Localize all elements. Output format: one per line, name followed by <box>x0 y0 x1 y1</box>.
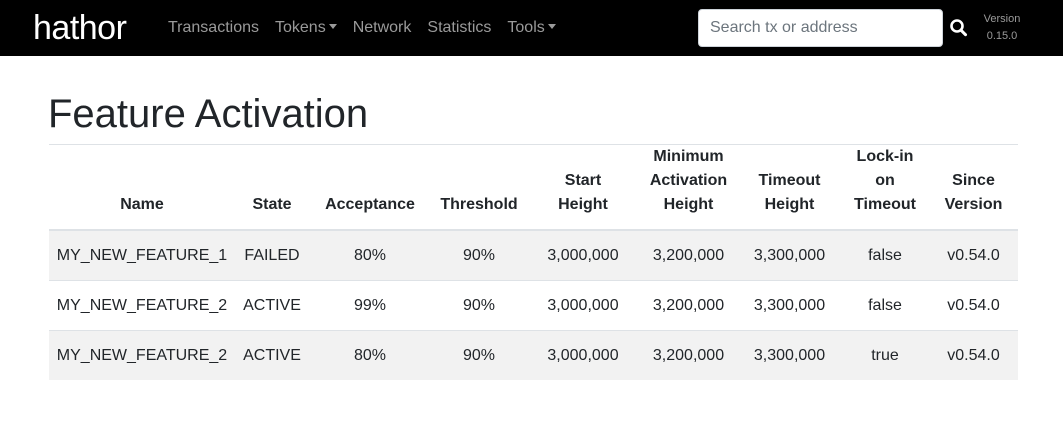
cell-min-activation-height: 3,200,000 <box>639 230 738 281</box>
cell-name: MY_NEW_FEATURE_1 <box>49 230 235 281</box>
header-min-activation-height[interactable]: Minimum Activation Height <box>639 145 738 231</box>
header-row: Name State Acceptance Threshold Start Hei… <box>49 145 1018 231</box>
cell-threshold: 90% <box>431 280 527 331</box>
cell-acceptance: 80% <box>309 230 431 281</box>
nav-tools-dropdown[interactable]: Tools <box>507 19 556 37</box>
header-acceptance[interactable]: Acceptance <box>309 145 431 231</box>
caret-down-icon <box>328 24 337 29</box>
cell-timeout-height: 3,300,000 <box>738 330 841 380</box>
table-row: MY_NEW_FEATURE_2 ACTIVE 99% 90% 3,000,00… <box>49 280 1018 331</box>
nav-statistics[interactable]: Statistics <box>427 19 491 37</box>
header-threshold[interactable]: Threshold <box>431 145 527 231</box>
navbar: hathor Transactions Tokens Network Stati… <box>0 0 1063 56</box>
search-button[interactable] <box>949 17 969 39</box>
header-name[interactable]: Name <box>49 145 235 231</box>
cell-timeout-height: 3,300,000 <box>738 230 841 281</box>
nav-network[interactable]: Network <box>353 19 412 37</box>
header-timeout-height-line: Timeout <box>758 172 821 189</box>
header-timeout-height[interactable]: Timeout Height <box>738 145 841 231</box>
search-icon <box>950 19 967 37</box>
cell-threshold: 90% <box>431 330 527 380</box>
header-min-activation-line: Height <box>663 196 714 213</box>
cell-since-version: v0.54.0 <box>929 330 1018 380</box>
header-state[interactable]: State <box>235 145 309 231</box>
header-start-height[interactable]: Start Height <box>527 145 639 231</box>
cell-acceptance: 80% <box>309 330 431 380</box>
cell-state: ACTIVE <box>235 330 309 380</box>
table-row: MY_NEW_FEATURE_2 ACTIVE 80% 90% 3,000,00… <box>49 330 1018 380</box>
feature-activation-table: Name State Acceptance Threshold Start Hei… <box>49 145 1018 380</box>
version-label: Version <box>983 13 1021 25</box>
table-row: MY_NEW_FEATURE_1 FAILED 80% 90% 3,000,00… <box>49 230 1018 281</box>
cell-lock-in: false <box>841 280 929 331</box>
nav-tokens-dropdown[interactable]: Tokens <box>275 19 337 37</box>
version-info: Version 0.15.0 <box>975 11 1029 45</box>
cell-since-version: v0.54.0 <box>929 280 1018 331</box>
search-input[interactable] <box>698 9 943 47</box>
cell-name: MY_NEW_FEATURE_2 <box>49 280 235 331</box>
cell-start-height: 3,000,000 <box>527 280 639 331</box>
cell-acceptance: 99% <box>309 280 431 331</box>
nav-tokens-label: Tokens <box>275 19 326 36</box>
hathor-logo[interactable]: hathor <box>33 8 127 48</box>
cell-state: FAILED <box>235 230 309 281</box>
cell-name: MY_NEW_FEATURE_2 <box>49 330 235 380</box>
cell-threshold: 90% <box>431 230 527 281</box>
cell-state: ACTIVE <box>235 280 309 331</box>
header-since-version-line: Since <box>952 172 995 189</box>
header-timeout-height-line: Height <box>764 196 815 213</box>
header-since-version[interactable]: Since Version <box>929 145 1018 231</box>
cell-min-activation-height: 3,200,000 <box>639 280 738 331</box>
header-lock-in-line: Lock-in <box>856 148 914 165</box>
header-name-text: Name <box>120 196 164 213</box>
nav-tools-label: Tools <box>507 19 545 36</box>
header-lock-in-line: Timeout <box>854 196 916 213</box>
cell-timeout-height: 3,300,000 <box>738 280 841 331</box>
header-threshold-text: Threshold <box>440 196 518 213</box>
header-lock-in-on-timeout[interactable]: Lock-in on Timeout <box>841 145 929 231</box>
nav-transactions[interactable]: Transactions <box>168 19 259 37</box>
cell-lock-in: true <box>841 330 929 380</box>
table-body: MY_NEW_FEATURE_1 FAILED 80% 90% 3,000,00… <box>49 230 1018 380</box>
header-start-height-line: Start <box>564 172 602 189</box>
nav-links: Transactions Tokens Network Statistics T… <box>160 0 564 56</box>
header-lock-in-line: on <box>875 172 895 189</box>
page-title: Feature Activation <box>48 92 369 136</box>
cell-min-activation-height: 3,200,000 <box>639 330 738 380</box>
cell-start-height: 3,000,000 <box>527 330 639 380</box>
nav-statistics-label: Statistics <box>427 19 492 36</box>
nav-transactions-label: Transactions <box>168 19 259 36</box>
header-min-activation-line: Activation <box>649 172 728 189</box>
cell-start-height: 3,000,000 <box>527 230 639 281</box>
caret-down-icon <box>547 24 556 29</box>
cell-since-version: v0.54.0 <box>929 230 1018 281</box>
nav-network-label: Network <box>352 19 412 36</box>
header-since-version-line: Version <box>944 196 1003 213</box>
header-start-height-line: Height <box>558 196 608 213</box>
header-acceptance-text: Acceptance <box>325 196 415 213</box>
version-value: 0.15.0 <box>986 30 1018 42</box>
table-header: Name State Acceptance Threshold Start Hei… <box>49 145 1018 231</box>
cell-lock-in: false <box>841 230 929 281</box>
header-state-text: State <box>252 196 292 213</box>
header-min-activation-line: Minimum <box>653 148 724 165</box>
